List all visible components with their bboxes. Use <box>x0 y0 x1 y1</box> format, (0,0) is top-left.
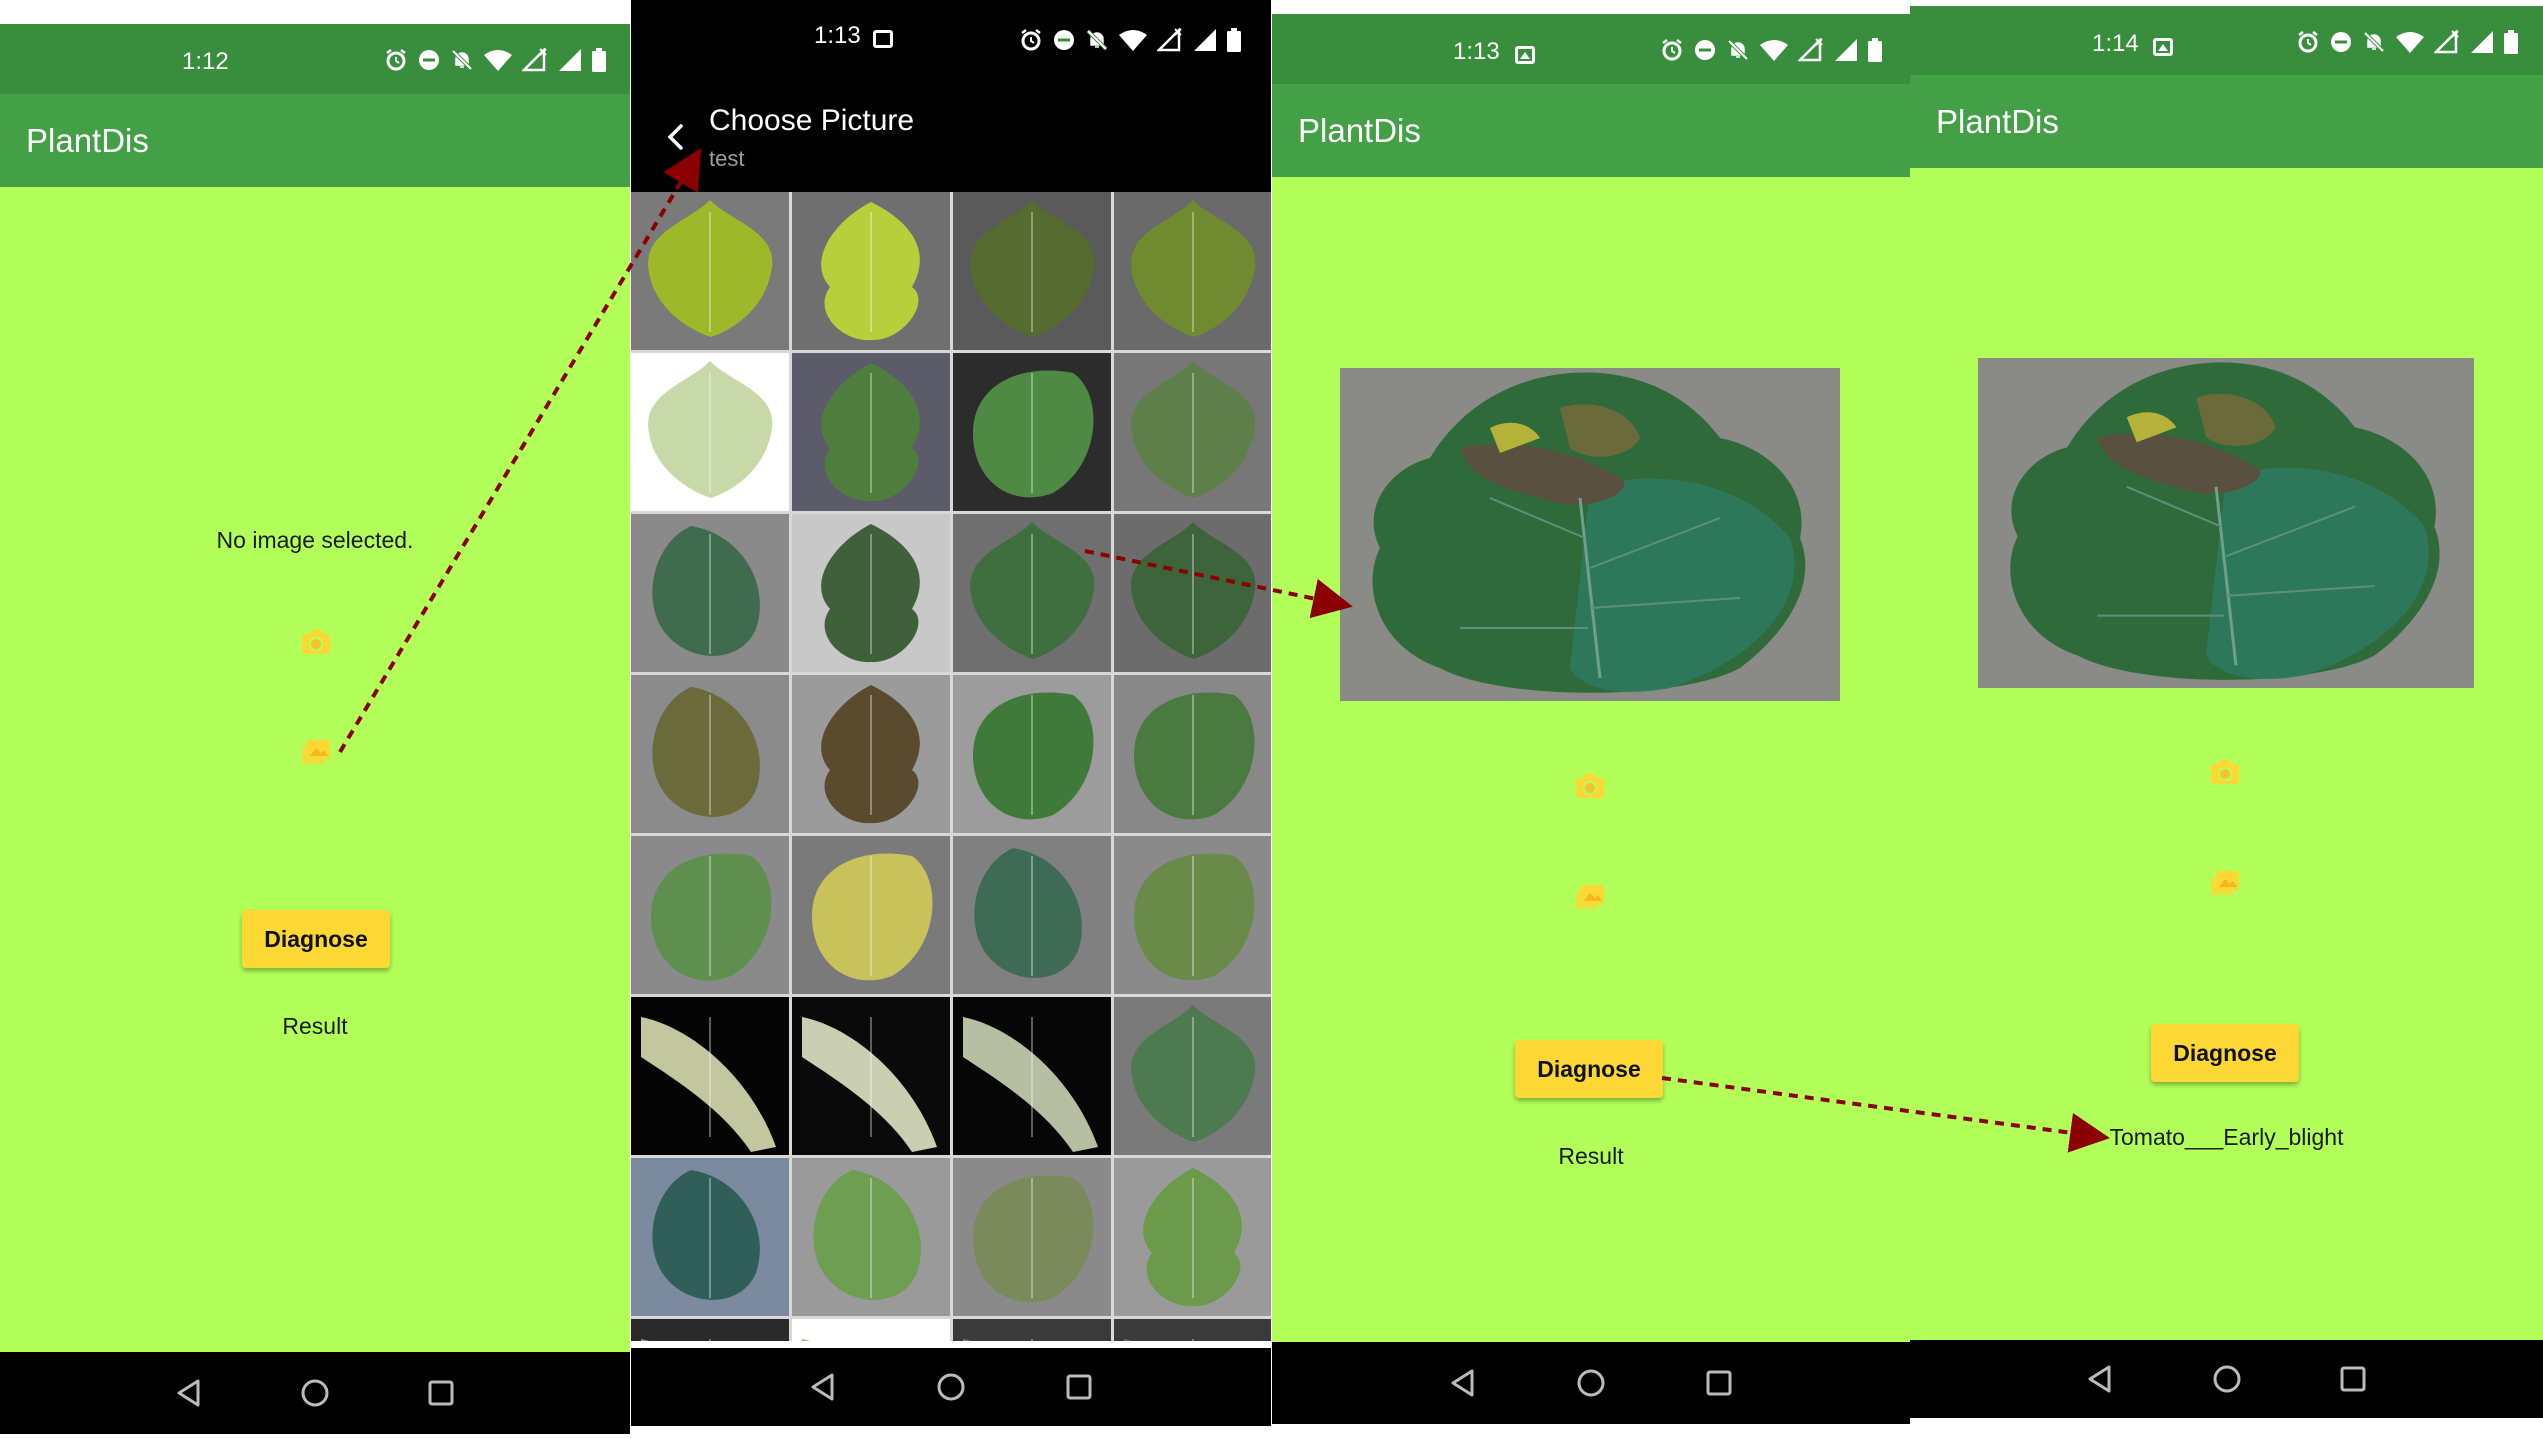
arrow-diagnose-to-result <box>1661 1076 2110 1153</box>
arrow-leaf-to-selected <box>1084 549 1353 619</box>
arrow-gallery-to-picker <box>338 148 702 754</box>
flow-arrows <box>338 148 2110 1153</box>
